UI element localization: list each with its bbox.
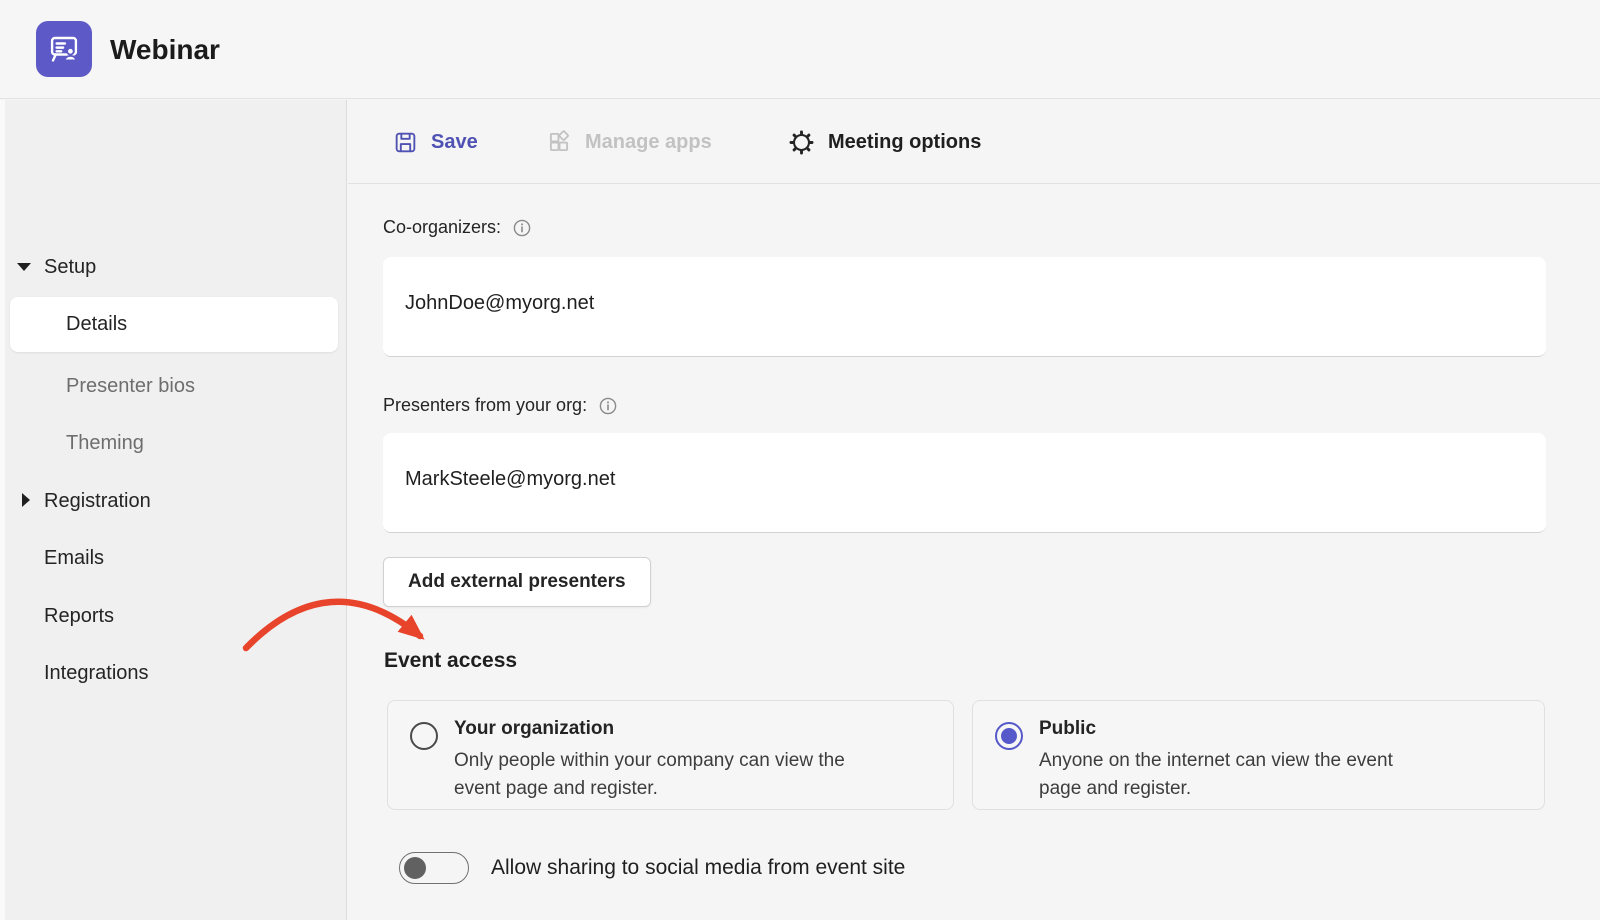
social-sharing-label: Allow sharing to social media from event… bbox=[491, 856, 905, 880]
option-description: Only people within your company can view… bbox=[454, 747, 846, 803]
command-toolbar: Save Manage apps bbox=[348, 100, 1600, 184]
chevron-right-icon bbox=[22, 493, 30, 507]
sidebar-item-theming[interactable]: Theming bbox=[0, 426, 347, 460]
co-organizers-value: JohnDoe@myorg.net bbox=[405, 292, 594, 315]
sidebar-item-integrations[interactable]: Integrations bbox=[0, 656, 347, 690]
option-title: Your organization bbox=[454, 718, 846, 740]
sidebar-item-details[interactable]: Details bbox=[10, 297, 338, 352]
sidebar-item-presenter-bios[interactable]: Presenter bios bbox=[0, 369, 347, 403]
app-header: Webinar bbox=[0, 0, 1600, 99]
event-access-option-your-organization[interactable]: Your organization Only people within you… bbox=[387, 700, 954, 810]
info-icon[interactable] bbox=[598, 396, 618, 416]
info-icon[interactable] bbox=[512, 218, 532, 238]
save-button[interactable]: Save bbox=[393, 100, 478, 184]
event-access-heading: Event access bbox=[384, 649, 517, 673]
save-floppy-icon bbox=[393, 130, 418, 155]
co-organizers-label: Co-organizers: bbox=[383, 217, 501, 238]
page-title: Webinar bbox=[110, 0, 220, 99]
sidebar-item-setup[interactable]: Setup bbox=[0, 250, 347, 284]
presenters-field[interactable]: MarkSteele@myorg.net bbox=[383, 433, 1546, 533]
manage-apps-button[interactable]: Manage apps bbox=[546, 100, 712, 184]
co-organizers-label-row: Co-organizers: bbox=[383, 217, 532, 238]
gear-icon bbox=[788, 129, 815, 156]
add-external-presenters-button[interactable]: Add external presenters bbox=[383, 557, 651, 607]
sidebar-item-emails[interactable]: Emails bbox=[0, 541, 347, 575]
presenters-value: MarkSteele@myorg.net bbox=[405, 468, 615, 491]
webinar-setup-page: Webinar Setup Details Presenter bios The… bbox=[0, 0, 1600, 920]
presentation-board-icon bbox=[42, 27, 86, 71]
presenters-label: Presenters from your org: bbox=[383, 395, 587, 416]
sidebar: Setup Details Presenter bios Theming Reg… bbox=[0, 100, 347, 920]
option-description: Anyone on the internet can view the even… bbox=[1039, 747, 1431, 803]
event-access-option-public[interactable]: Public Anyone on the internet can view t… bbox=[972, 700, 1545, 810]
sidebar-item-reports[interactable]: Reports bbox=[0, 599, 347, 633]
co-organizers-field[interactable]: JohnDoe@myorg.net bbox=[383, 257, 1546, 357]
apps-grid-icon bbox=[546, 129, 572, 155]
sidebar-item-registration[interactable]: Registration bbox=[0, 484, 347, 518]
toggle-knob bbox=[404, 857, 426, 879]
radio-public[interactable] bbox=[995, 722, 1023, 750]
social-sharing-toggle[interactable] bbox=[399, 852, 469, 884]
social-sharing-row: Allow sharing to social media from event… bbox=[399, 852, 905, 884]
option-title: Public bbox=[1039, 718, 1431, 740]
chevron-down-icon bbox=[17, 263, 31, 271]
meeting-options-button[interactable]: Meeting options bbox=[788, 100, 981, 184]
radio-your-organization[interactable] bbox=[410, 722, 438, 750]
webinar-app-icon bbox=[36, 21, 92, 77]
presenters-label-row: Presenters from your org: bbox=[383, 395, 618, 416]
